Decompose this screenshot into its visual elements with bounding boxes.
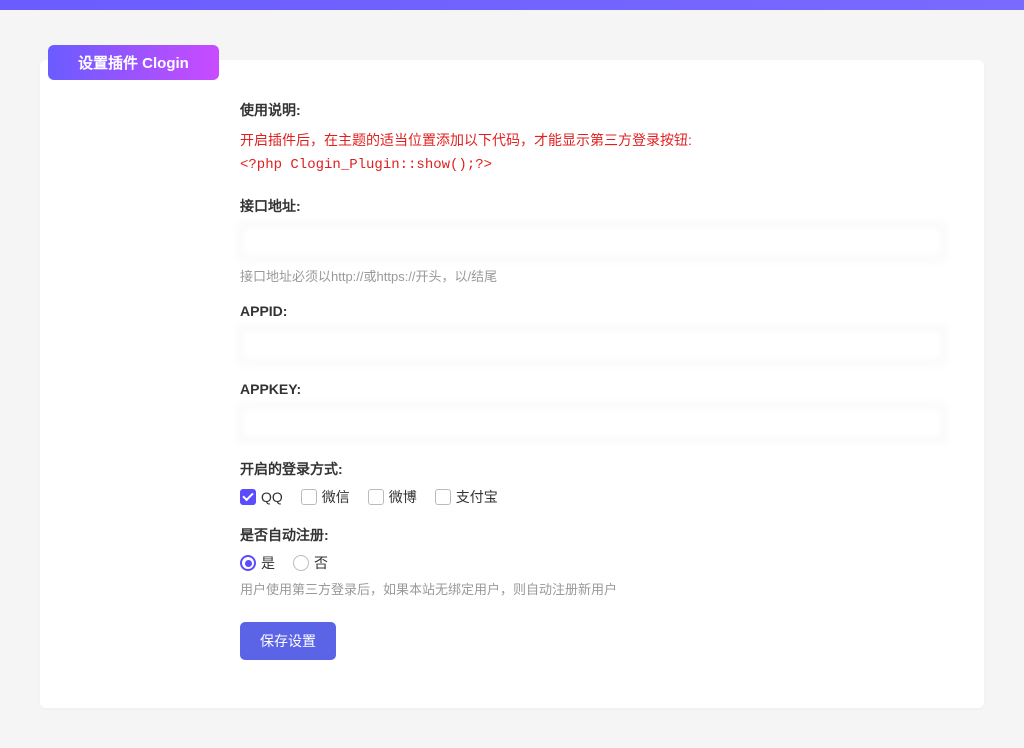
- actions-section: 保存设置: [240, 616, 944, 660]
- api-url-input[interactable]: [240, 224, 944, 260]
- save-button[interactable]: 保存设置: [240, 622, 336, 660]
- login-methods-label: 开启的登录方式:: [240, 459, 944, 479]
- usage-instruction-code: <?php Clogin_Plugin::show();?>: [240, 153, 944, 178]
- auto-register-section: 是否自动注册: 是 否 用户使用第三方登录后，如果本站无绑定用户，则自动注册新用…: [240, 525, 944, 598]
- auto-register-label: 是否自动注册:: [240, 525, 944, 545]
- checkbox-wechat-box: [301, 489, 317, 505]
- appkey-input[interactable]: [240, 405, 944, 441]
- api-url-section: 接口地址: 接口地址必须以http://或https://开头，以/结尾: [240, 196, 944, 285]
- usage-instruction-line1: 开启插件后，在主题的适当位置添加以下代码，才能显示第三方登录按钮:: [240, 128, 944, 153]
- checkbox-qq[interactable]: QQ: [240, 489, 283, 505]
- auto-register-help: 用户使用第三方登录后，如果本站无绑定用户，则自动注册新用户: [240, 579, 944, 598]
- radio-no-label: 否: [314, 553, 328, 573]
- page-wrapper: 设置插件 Clogin 使用说明: 开启插件后，在主题的适当位置添加以下代码，才…: [0, 10, 1024, 748]
- checkbox-weibo-box: [368, 489, 384, 505]
- usage-instruction: 开启插件后，在主题的适当位置添加以下代码，才能显示第三方登录按钮: <?php …: [240, 128, 944, 178]
- radio-no[interactable]: 否: [293, 553, 328, 573]
- checkbox-qq-label: QQ: [261, 489, 283, 505]
- checkbox-weibo[interactable]: 微博: [368, 487, 417, 507]
- login-methods-options: QQ 微信 微博 支付宝: [240, 487, 944, 507]
- checkbox-weibo-label: 微博: [389, 487, 417, 507]
- checkbox-alipay[interactable]: 支付宝: [435, 487, 498, 507]
- checkbox-qq-box: [240, 489, 256, 505]
- radio-no-circle: [293, 555, 309, 571]
- appkey-label: APPKEY:: [240, 381, 944, 397]
- panel-title: 设置插件 Clogin: [48, 45, 219, 80]
- appid-section: APPID:: [240, 303, 944, 363]
- usage-section: 使用说明: 开启插件后，在主题的适当位置添加以下代码，才能显示第三方登录按钮: …: [240, 100, 944, 178]
- api-url-help: 接口地址必须以http://或https://开头，以/结尾: [240, 266, 944, 285]
- checkbox-alipay-box: [435, 489, 451, 505]
- appkey-section: APPKEY:: [240, 381, 944, 441]
- settings-panel: 设置插件 Clogin 使用说明: 开启插件后，在主题的适当位置添加以下代码，才…: [40, 60, 984, 708]
- auto-register-options: 是 否: [240, 553, 944, 573]
- radio-yes-label: 是: [261, 553, 275, 573]
- radio-yes-circle: [240, 555, 256, 571]
- appid-input[interactable]: [240, 327, 944, 363]
- checkbox-alipay-label: 支付宝: [456, 487, 498, 507]
- appid-label: APPID:: [240, 303, 944, 319]
- top-accent-bar: [0, 0, 1024, 10]
- login-methods-section: 开启的登录方式: QQ 微信 微博 支付宝: [240, 459, 944, 507]
- usage-label: 使用说明:: [240, 100, 944, 120]
- api-url-label: 接口地址:: [240, 196, 944, 216]
- checkbox-wechat-label: 微信: [322, 487, 350, 507]
- radio-yes[interactable]: 是: [240, 553, 275, 573]
- checkbox-wechat[interactable]: 微信: [301, 487, 350, 507]
